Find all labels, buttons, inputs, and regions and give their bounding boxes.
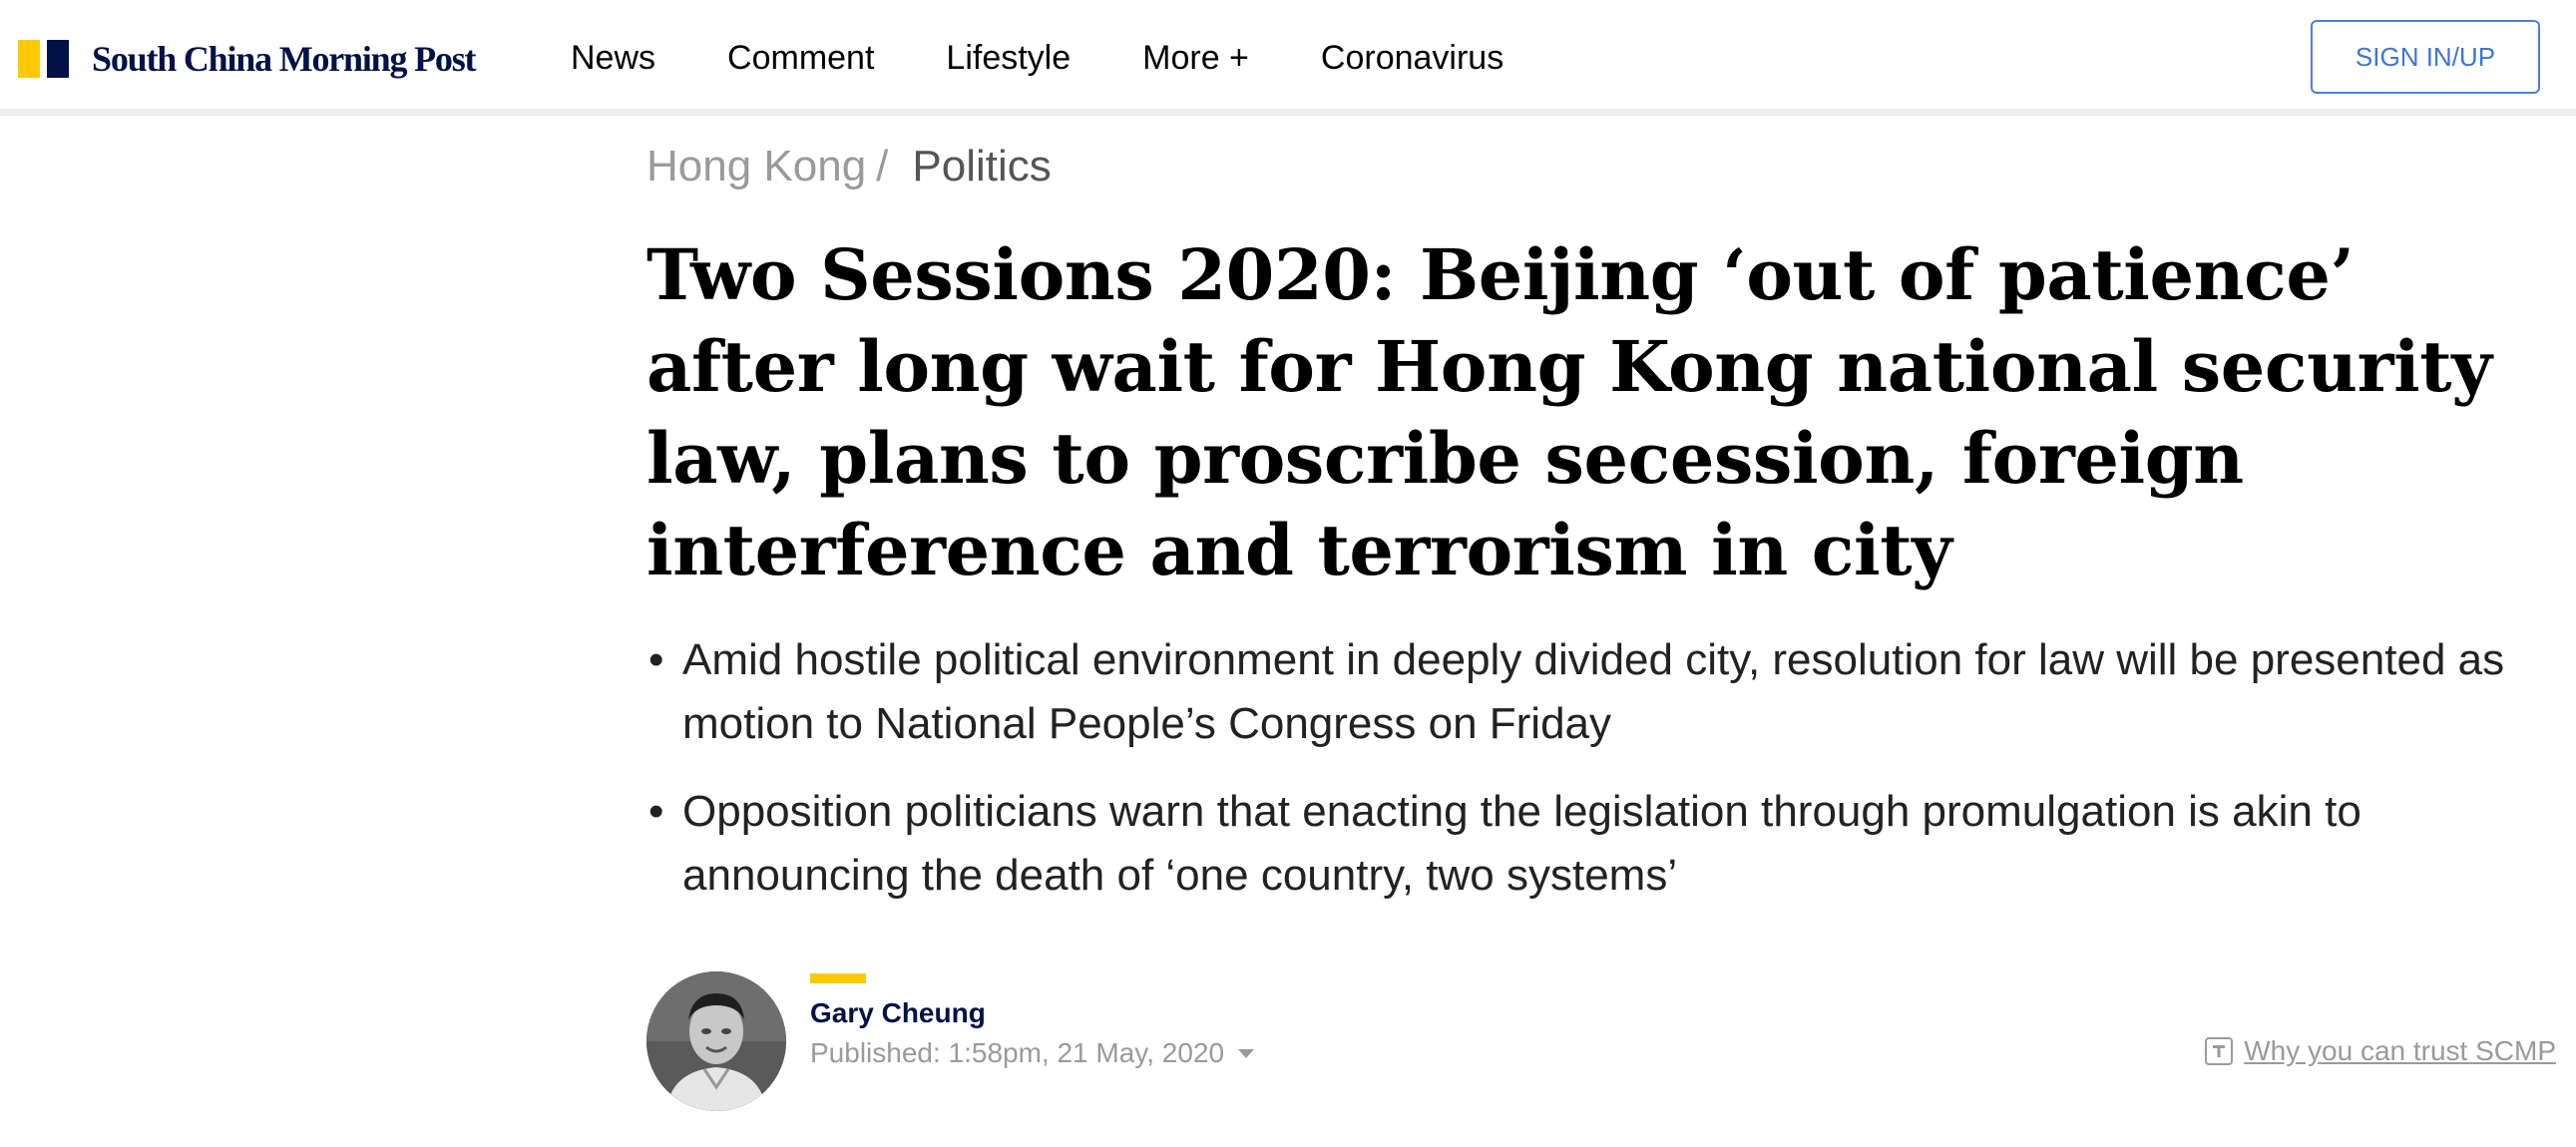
site-header: South China Morning Post News Comment Li… <box>0 0 2576 116</box>
scmp-logo-mark-icon <box>18 40 70 78</box>
author-avatar[interactable] <box>646 971 786 1111</box>
nav-item-lifestyle[interactable]: Lifestyle <box>946 39 1071 78</box>
author-photo <box>646 971 786 1111</box>
caret-down-icon[interactable] <box>1238 1048 1255 1058</box>
summary-text: Amid hostile political environment in de… <box>682 635 2505 748</box>
nav-item-comment[interactable]: Comment <box>727 39 874 78</box>
breadcrumb-hong-kong[interactable]: Hong Kong <box>646 142 866 191</box>
summary-item: • Opposition politicians warn that enact… <box>646 780 2542 908</box>
sign-in-button[interactable]: SIGN IN/UP <box>2311 20 2540 94</box>
breadcrumb-separator: / <box>876 142 889 191</box>
bullet-glyph: • <box>648 787 664 836</box>
breadcrumb: Hong Kong / Politics <box>646 142 1052 191</box>
article-summary: • Amid hostile political environment in … <box>646 628 2542 932</box>
article-headline: Two Sessions 2020: Beijing ‘out of patie… <box>646 233 2492 591</box>
nav-item-news[interactable]: News <box>571 39 655 78</box>
breadcrumb-politics[interactable]: Politics <box>912 142 1051 191</box>
nav-item-more[interactable]: More + <box>1142 39 1249 78</box>
site-logo[interactable]: South China Morning Post <box>18 39 476 79</box>
trust-badge-icon <box>2205 1037 2234 1065</box>
author-name[interactable]: Gary Cheung <box>810 997 986 1029</box>
nav-item-coronavirus[interactable]: Coronavirus <box>1321 39 1503 78</box>
trust-link-text: Why you can trust SCMP <box>2244 1035 2556 1066</box>
main-nav: News Comment Lifestyle More + Coronaviru… <box>571 30 1575 86</box>
bullet-glyph: • <box>648 635 664 684</box>
author-accent-bar <box>810 973 866 983</box>
published-text: Published: 1:58pm, 21 May, 2020 <box>810 1037 1225 1068</box>
summary-item: • Amid hostile political environment in … <box>646 628 2542 756</box>
trust-scmp-link[interactable]: Why you can trust SCMP <box>2204 1035 2556 1067</box>
logo-wordmark: South China Morning Post <box>92 39 476 79</box>
summary-text: Opposition politicians warn that enactin… <box>682 787 2361 900</box>
published-date[interactable]: Published: 1:58pm, 21 May, 2020 <box>810 1037 1255 1069</box>
